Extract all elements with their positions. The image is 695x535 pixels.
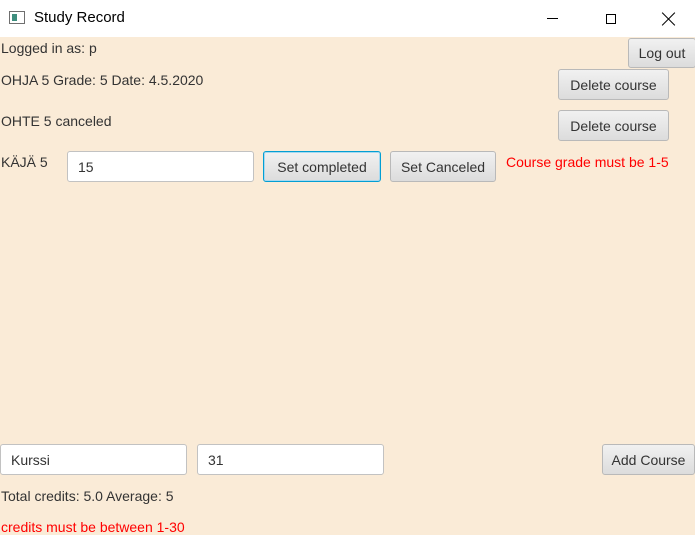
maximize-button[interactable] (588, 0, 634, 37)
pending-course-label: KÄJÄ 5 (1, 154, 48, 170)
app-icon (9, 11, 25, 24)
delete-course-button[interactable]: Delete course (558, 110, 669, 141)
window-title: Study Record (34, 9, 125, 26)
credits-error-message: credits must be between 1-30 (1, 519, 185, 535)
add-course-button[interactable]: Add Course (602, 444, 695, 475)
totals-label: Total credits: 5.0 Average: 5 (1, 488, 174, 504)
course-name-input[interactable]: Kurssi (0, 444, 187, 475)
logged-in-label: Logged in as: p (1, 40, 97, 56)
grade-error-message: Course grade must be 1-5 (506, 154, 669, 170)
grade-input[interactable]: 15 (67, 151, 254, 182)
delete-course-button[interactable]: Delete course (558, 69, 669, 100)
set-completed-button[interactable]: Set completed (263, 151, 381, 182)
logout-button[interactable]: Log out (628, 38, 695, 68)
close-icon (662, 12, 676, 26)
minimize-icon (546, 18, 558, 19)
course-row-text: OHJA 5 Grade: 5 Date: 4.5.2020 (1, 72, 204, 88)
credits-input[interactable]: 31 (197, 444, 384, 475)
course-row-text: OHTE 5 canceled (1, 113, 112, 129)
close-button[interactable] (646, 0, 692, 37)
minimize-button[interactable] (529, 0, 575, 37)
title-bar: Study Record (0, 0, 695, 37)
maximize-icon (606, 13, 616, 24)
set-canceled-button[interactable]: Set Canceled (390, 151, 496, 182)
